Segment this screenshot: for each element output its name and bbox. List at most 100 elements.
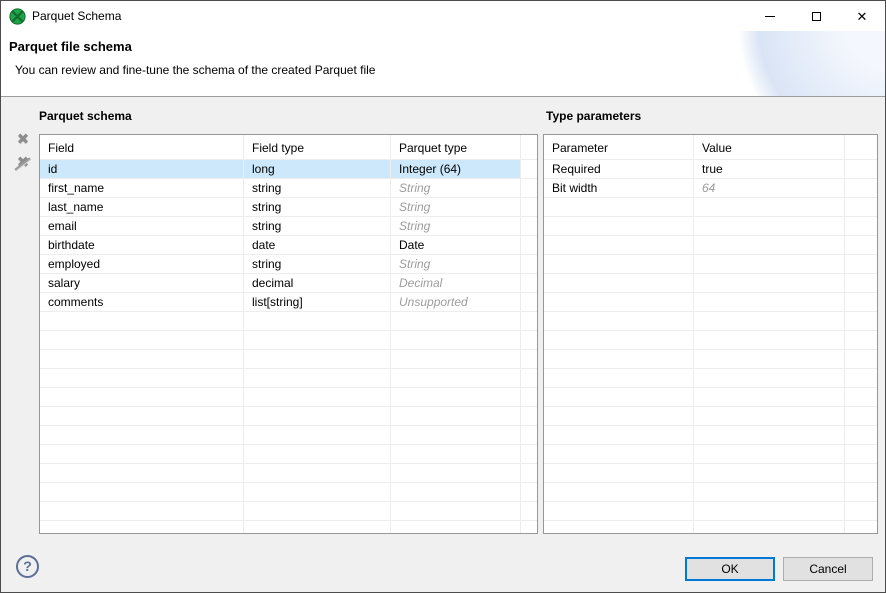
empty-row [544,331,877,350]
cancel-button[interactable]: Cancel [783,557,873,581]
empty-row [40,445,537,464]
cell [391,426,521,444]
parameter-cell: Required [544,160,694,178]
table-row[interactable]: idlongInteger (64) [40,160,537,179]
cell [244,521,391,534]
cell [694,331,845,349]
schema-table-body: idlongInteger (64)first_namestringString… [40,160,537,534]
close-button[interactable]: ✕ [839,1,885,31]
delete-all-fields-button[interactable]: ✖ [13,154,33,174]
cell [244,388,391,406]
cell [521,502,537,520]
field-type-cell: string [244,217,391,235]
help-icon: ? [23,558,32,574]
empty-row [544,236,877,255]
cell [694,464,845,482]
empty-row [544,369,877,388]
column-header-field[interactable]: Field [40,135,244,159]
cell [40,464,244,482]
empty-row [40,388,537,407]
help-button[interactable]: ? [16,555,39,578]
cell [391,388,521,406]
close-icon: ✕ [857,10,868,23]
ok-button[interactable]: OK [685,557,775,581]
banner-decoration [695,31,885,96]
cell [544,255,694,273]
column-header-filler [845,135,877,159]
empty-row [544,293,877,312]
cell [544,217,694,235]
table-row[interactable]: commentslist[string]Unsupported [40,293,537,312]
cell [40,445,244,463]
delete-icon: ✖ [17,131,30,148]
field-cell: email [40,217,244,235]
empty-row [544,255,877,274]
cell [521,388,537,406]
cell [521,407,537,425]
table-row[interactable]: salarydecimalDecimal [40,274,537,293]
empty-row [544,483,877,502]
cell [40,312,244,330]
column-header-parameter[interactable]: Parameter [544,135,694,159]
filler-cell [521,236,537,254]
cell [544,502,694,520]
cell [694,388,845,406]
value-cell: 64 [694,179,845,197]
cell [845,388,877,406]
cell [544,388,694,406]
parquet-type-cell: Decimal [391,274,521,292]
cell [694,483,845,501]
table-row[interactable]: birthdatedateDate [40,236,537,255]
cell [544,521,694,534]
window-controls: ✕ [747,1,885,31]
cell [845,521,877,534]
cell [845,236,877,254]
parquet-type-cell: Unsupported [391,293,521,311]
parquet-type-cell: Integer (64) [391,160,521,178]
table-row[interactable]: Requiredtrue [544,160,877,179]
cell [544,312,694,330]
table-row[interactable]: first_namestringString [40,179,537,198]
minimize-button[interactable] [747,1,793,31]
field-cell: id [40,160,244,178]
cell [40,331,244,349]
column-header-parquet-type[interactable]: Parquet type [391,135,521,159]
params-table-body: RequiredtrueBit width64 [544,160,877,534]
parquet-type-cell: Date [391,236,521,254]
parquet-type-cell: String [391,179,521,197]
cell [845,407,877,425]
table-row[interactable]: last_namestringString [40,198,537,217]
empty-row [544,274,877,293]
column-header-field-type[interactable]: Field type [244,135,391,159]
empty-row [40,369,537,388]
maximize-button[interactable] [793,1,839,31]
filler-cell [845,179,877,197]
filler-cell [521,179,537,197]
delete-field-button[interactable]: ✖ [13,131,33,151]
cell [845,445,877,463]
cell [845,369,877,387]
cell [40,502,244,520]
cell [544,407,694,425]
cell [694,426,845,444]
cell [694,369,845,387]
empty-row [544,521,877,534]
table-row[interactable]: employedstringString [40,255,537,274]
table-row[interactable]: Bit width64 [544,179,877,198]
column-header-value[interactable]: Value [694,135,845,159]
header-banner: Parquet file schema You can review and f… [1,31,885,97]
page-title: Parquet file schema [9,39,132,54]
cell [694,198,845,216]
cell [521,426,537,444]
field-type-cell: string [244,179,391,197]
table-row[interactable]: emailstringString [40,217,537,236]
parquet-type-cell: String [391,255,521,273]
field-cell: last_name [40,198,244,216]
cell [40,388,244,406]
cell [694,521,845,534]
empty-row [544,198,877,217]
cell [244,331,391,349]
titlebar[interactable]: Parquet Schema ✕ [1,1,885,31]
empty-row [544,426,877,445]
empty-row [40,464,537,483]
